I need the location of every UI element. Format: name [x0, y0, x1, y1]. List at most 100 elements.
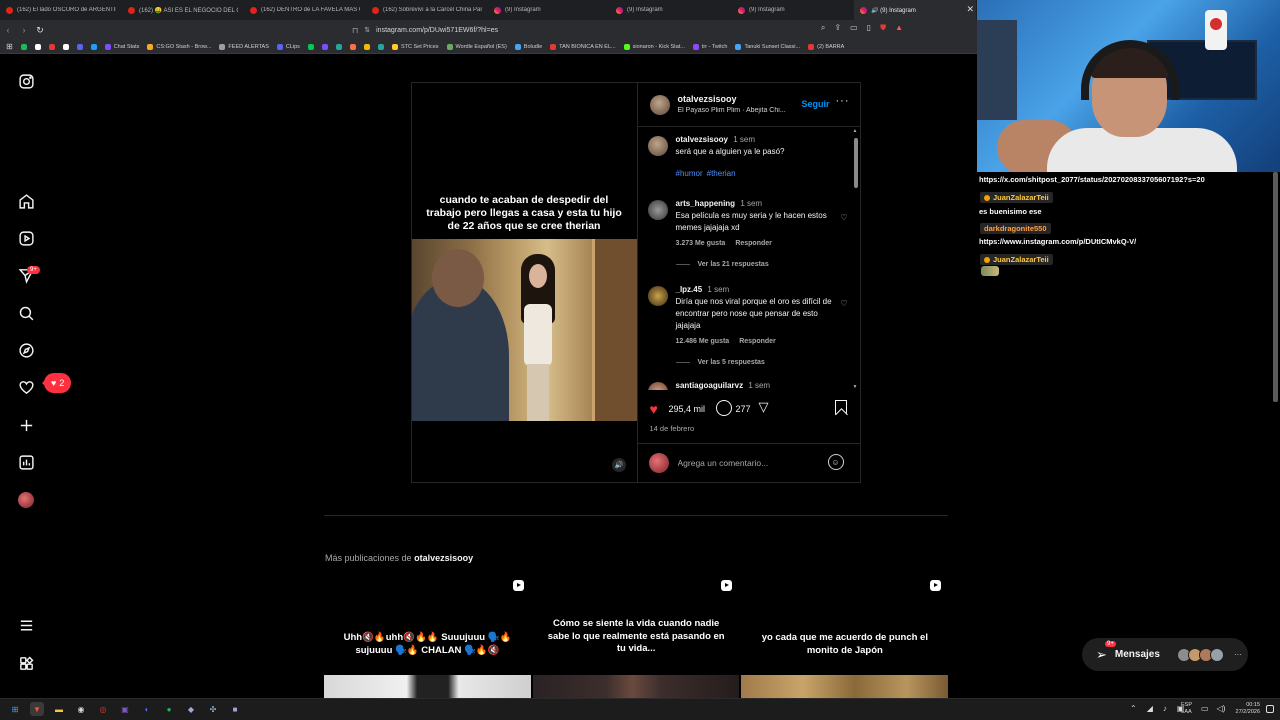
comment-like-heart-icon[interactable]: ♡ — [840, 212, 847, 224]
like-count[interactable]: 295,4 mil — [669, 404, 706, 414]
hashtag-link[interactable]: #therian — [707, 168, 736, 180]
browser-tab[interactable]: (162) Sobreviví a la Cárcel China Para — [366, 0, 488, 20]
bookmark-item[interactable] — [34, 43, 41, 50]
author-avatar[interactable] — [649, 95, 670, 115]
window-close-icon[interactable]: ✕ — [966, 4, 974, 15]
bookmark-item[interactable]: Tanuki Sunset Classi... — [735, 43, 800, 50]
reply-button[interactable]: Responder — [735, 238, 772, 250]
post-video[interactable]: cuando te acaban de despedir del trabajo… — [412, 83, 637, 482]
instagram-logo-icon[interactable] — [17, 72, 35, 90]
bookmark-item[interactable] — [321, 43, 328, 50]
comment-avatar[interactable] — [647, 382, 668, 390]
discord-icon[interactable]: ◐ — [140, 702, 154, 716]
zoom-icon[interactable]: ⌕ — [821, 23, 825, 33]
browser-tab[interactable]: (162) 🤑 ASI ES EL NEGOCIO DEL CARTEL — [122, 0, 244, 20]
bookmark-item[interactable]: Boludle — [514, 43, 542, 50]
page-scroll-thumb[interactable] — [1273, 172, 1278, 402]
messages-button[interactable]: ➢ 9+ Mensajes ··· — [1082, 638, 1248, 671]
app-square-icon[interactable]: ■ — [228, 702, 242, 716]
tray-app-icon[interactable]: ◢ — [1147, 704, 1153, 713]
bookmark-item[interactable] — [90, 43, 97, 50]
volume-icon[interactable]: ◁) — [1217, 704, 1226, 713]
bookmark-item[interactable]: trr - Twitch — [692, 43, 727, 50]
bookmark-item[interactable] — [20, 43, 27, 50]
home-icon[interactable] — [17, 192, 35, 210]
notification-center-icon[interactable] — [1266, 705, 1274, 713]
share-paper-plane-icon[interactable]: ▽ — [759, 399, 769, 415]
audio-track[interactable]: El Payaso Plim Plim · Abejita Chi... — [678, 107, 798, 114]
bookmark-item[interactable]: STC Set Prices — [391, 43, 439, 50]
bookmark-item[interactable]: TAN BIONICA EN EL... — [550, 43, 616, 50]
author-username[interactable]: otalvezsisooy — [678, 94, 737, 104]
comment-avatar[interactable] — [647, 200, 668, 220]
language-indicator[interactable]: ESP LAA — [1181, 702, 1192, 716]
forward-arrow-icon[interactable]: › — [16, 25, 32, 35]
back-arrow-icon[interactable]: ‹ — [0, 25, 16, 35]
dashboard-chart-icon[interactable] — [17, 453, 35, 471]
site-info-icon[interactable]: ⇅ — [364, 26, 370, 34]
comment-likes[interactable]: 12.486 Me gusta — [676, 336, 730, 348]
windows-start-icon[interactable]: ⊞ — [8, 702, 22, 716]
view-replies-button[interactable]: Ver las 21 respuestas — [676, 261, 769, 268]
steam-icon[interactable]: ◉ — [74, 702, 88, 716]
emoji-smiley-icon[interactable]: ☺ — [827, 454, 844, 470]
like-heart-icon[interactable]: ♥ — [650, 401, 658, 417]
bookmark-item[interactable] — [377, 43, 384, 50]
save-bookmark-icon[interactable] — [834, 400, 847, 415]
page-scrollbar[interactable] — [1273, 172, 1278, 692]
caption-avatar[interactable] — [647, 136, 668, 156]
explore-compass-icon[interactable] — [17, 341, 35, 359]
app-puzzle-icon[interactable]: ✣ — [206, 702, 220, 716]
app-window-icon[interactable]: ▣ — [118, 702, 132, 716]
bookmark-item[interactable]: Wordle Español (ES) — [446, 43, 507, 50]
bookmark-item[interactable]: FEED ALERTAS — [219, 43, 269, 50]
notification-pill[interactable]: ♥ 2 — [41, 373, 72, 393]
comments-list[interactable]: otalvezsisooy 1 sem será que a alguien y… — [638, 128, 861, 390]
browser-tab[interactable]: 🔊 (9) Instagram — [854, 0, 976, 20]
comment-likes[interactable]: 3.273 Me gusta — [676, 238, 726, 250]
bookmark-item[interactable]: CLips — [276, 43, 300, 50]
browser-tab[interactable]: (162) El lado OSCURO de ARGENTINA — [0, 0, 122, 20]
scroll-thumb[interactable] — [853, 138, 858, 188]
comment-bubble-icon[interactable] — [715, 400, 732, 416]
search-icon[interactable] — [17, 304, 35, 322]
caption-username[interactable]: otalvezsisooy — [676, 135, 728, 144]
comment-input[interactable] — [677, 455, 818, 471]
microphone-icon[interactable]: ♪ — [1163, 704, 1167, 713]
create-plus-icon[interactable] — [17, 416, 35, 434]
more-post-thumbnail[interactable]: Uhh🔇🔥uhh🔇🔥🔥 Suuujuuu 🗣️🔥 sujuuuu 🗣️🔥 CHA… — [324, 574, 531, 698]
bookmark-item[interactable]: (2) BARRA — [808, 43, 844, 50]
browser-tab[interactable]: (162) DENTRO de LA FAVELA MÁS GRANDE — [244, 0, 366, 20]
view-replies-button[interactable]: Ver las 5 respuestas — [676, 359, 765, 366]
bookmark-item[interactable]: CS:GO Stash - Brow... — [147, 43, 211, 50]
bookmark-icon[interactable]: ⊓ — [352, 26, 358, 35]
bookmark-item[interactable] — [349, 43, 356, 50]
app-gem-icon[interactable]: ◆ — [184, 702, 198, 716]
brave-browser-icon[interactable]: ▼ — [30, 702, 44, 716]
share-icon[interactable]: ⇪ — [834, 23, 841, 33]
comment-username[interactable]: santiagoaguilarvz — [676, 381, 744, 390]
more-posts-author[interactable]: otalvezsisooy — [414, 553, 473, 563]
bookmark-item[interactable]: sionaron - Kick Stat... — [623, 43, 685, 50]
more-options-icon[interactable]: ··· — [836, 95, 850, 107]
reels-icon[interactable] — [17, 229, 35, 247]
meta-apps-icon[interactable] — [17, 654, 35, 672]
bookmark-item[interactable] — [62, 43, 69, 50]
system-clock[interactable]: 00:15 27/2/2026 — [1228, 702, 1260, 716]
bookmark-item[interactable] — [335, 43, 342, 50]
browser-tab[interactable]: (9) Instagram — [732, 0, 854, 20]
reload-icon[interactable]: ↻ — [32, 25, 48, 36]
follow-button[interactable]: Seguir — [802, 99, 830, 109]
sidebar-toggle-icon[interactable]: ▯ — [867, 23, 871, 33]
cast-icon[interactable]: ▭ — [850, 23, 858, 33]
bookmark-item[interactable]: Chat Stats — [104, 43, 139, 50]
comments-scrollbar[interactable]: ▲ ▼ — [853, 128, 858, 390]
bookmark-item[interactable] — [363, 43, 370, 50]
notifications-heart-icon[interactable] — [17, 378, 35, 396]
profile-avatar[interactable] — [18, 492, 34, 508]
menu-hamburger-icon[interactable] — [17, 616, 35, 634]
hashtag-link[interactable]: #humor — [676, 168, 703, 180]
tray-chevron-icon[interactable]: ⌃ — [1130, 704, 1137, 713]
more-post-thumbnail[interactable]: Cómo se siente la vida cuando nadie sabe… — [532, 574, 740, 698]
network-icon[interactable]: ▭ — [1201, 704, 1209, 713]
